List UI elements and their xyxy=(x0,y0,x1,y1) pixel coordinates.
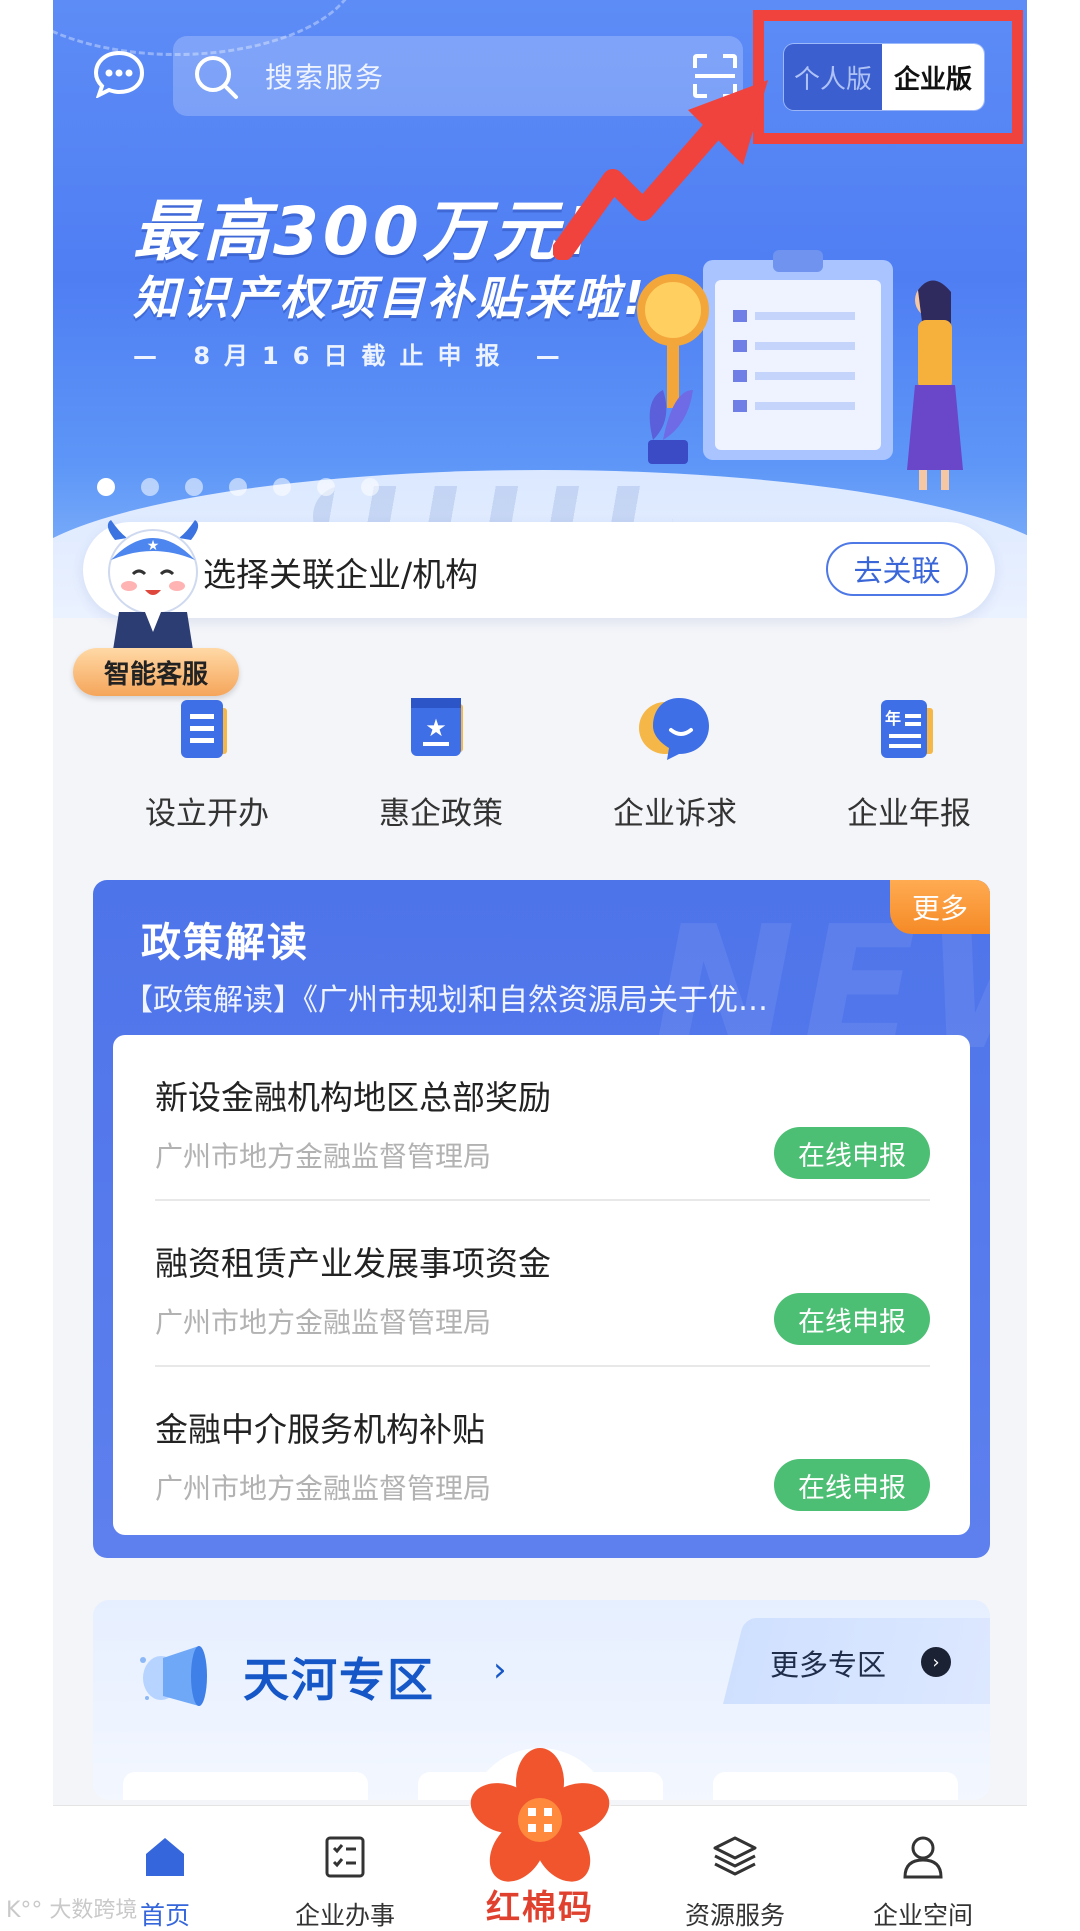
star-folder-icon: ★ xyxy=(411,698,463,756)
chevron-right-icon[interactable]: › xyxy=(921,1647,951,1677)
list-item[interactable]: 新设金融机构地区总部奖励 广州市地方金融监督管理局 在线申报 xyxy=(155,1035,930,1201)
annotation-arrow-icon xyxy=(553,80,768,260)
policy-item-name: 金融中介服务机构补贴 xyxy=(155,1410,485,1449)
apply-online-button[interactable]: 在线申报 xyxy=(774,1127,930,1179)
carousel-dots[interactable] xyxy=(97,478,379,496)
more-zones-label[interactable]: 更多专区 xyxy=(770,1642,886,1684)
zone-card[interactable] xyxy=(123,1772,368,1800)
user-icon xyxy=(903,1836,943,1879)
app-screen: 最高300万元! 知识产权项目补贴来啦! — 8月16日截止申报 — 搜索服务 … xyxy=(53,0,1027,1931)
checklist-icon xyxy=(325,1836,365,1878)
policy-panel: NEW 更多 政策解读 【政策解读】《广州市规划和自然资源局关于优… 新设金融机… xyxy=(93,880,990,1558)
megaphone-icon xyxy=(140,1646,207,1706)
assistant-mascot-icon[interactable]: ★ xyxy=(93,520,213,660)
service-label: 企业年报 xyxy=(847,796,971,832)
banner-deadline: — 8月16日截止申报 — xyxy=(133,342,574,370)
service-annual-report[interactable]: 年 企业年报 xyxy=(809,690,1009,833)
carousel-dot[interactable] xyxy=(185,478,203,496)
list-item[interactable]: 融资租赁产业发展事项资金 广州市地方金融监督管理局 在线申报 xyxy=(155,1201,930,1367)
chat-bubble-icon xyxy=(639,698,709,760)
carousel-dot[interactable] xyxy=(317,478,335,496)
link-enterprise-label: 选择关联企业/机构 xyxy=(203,555,479,594)
service-grid: 设立开办 ★ 惠企政策 企业诉求 年 企业年报 xyxy=(53,690,1027,840)
policy-title: 政策解读 xyxy=(141,920,309,966)
carousel-dot[interactable] xyxy=(229,478,247,496)
policy-item-name: 新设金融机构地区总部奖励 xyxy=(155,1078,551,1117)
policy-item-org: 广州市地方金融监督管理局 xyxy=(155,1472,492,1505)
zone-title[interactable]: 天河专区 xyxy=(243,1644,435,1710)
banner-subheadline: 知识产权项目补贴来啦! xyxy=(133,271,647,325)
service-appeal[interactable]: 企业诉求 xyxy=(575,690,775,833)
annual-report-icon: 年 xyxy=(881,700,933,758)
nav-label: 企业空间 xyxy=(872,1901,973,1930)
service-label: 设立开办 xyxy=(145,796,269,832)
svg-text:★: ★ xyxy=(425,714,447,742)
clipboard-illustration-icon xyxy=(637,250,963,490)
link-enterprise-card[interactable]: 选择关联企业/机构 去关联 xyxy=(83,522,995,618)
annotation-highlight-box xyxy=(753,10,1023,144)
nav-space[interactable]: 企业空间 xyxy=(853,1834,993,1931)
smart-service-badge[interactable]: 智能客服 xyxy=(73,648,239,696)
nav-affairs[interactable]: 企业办事 xyxy=(275,1834,415,1931)
policy-headline-link[interactable]: 【政策解读】《广州市规划和自然资源局关于优… xyxy=(123,975,943,1019)
zone-card[interactable] xyxy=(713,1772,958,1800)
carousel-dot[interactable] xyxy=(141,478,159,496)
service-label: 惠企政策 xyxy=(379,796,503,832)
svg-text:年: 年 xyxy=(885,709,901,728)
carousel-dot[interactable] xyxy=(97,478,115,496)
search-icon xyxy=(195,56,238,99)
svg-text:★: ★ xyxy=(147,538,160,554)
nav-label: 资源服务 xyxy=(684,1901,785,1930)
nav-label: 企业办事 xyxy=(294,1901,395,1930)
chevron-right-icon[interactable]: › xyxy=(493,1650,507,1690)
list-item[interactable]: 金融中介服务机构补贴 广州市地方金融监督管理局 在线申报 xyxy=(155,1367,930,1533)
policy-item-name: 融资租赁产业发展事项资金 xyxy=(155,1244,551,1283)
policy-item-org: 广州市地方金融监督管理局 xyxy=(155,1306,492,1339)
policy-more-button[interactable]: 更多 xyxy=(890,880,990,934)
service-policy[interactable]: ★ 惠企政策 xyxy=(341,690,541,833)
message-icon[interactable] xyxy=(93,50,145,98)
kapok-flower-icon[interactable] xyxy=(468,1742,613,1902)
search-placeholder: 搜索服务 xyxy=(265,61,386,94)
document-icon xyxy=(181,700,227,758)
service-label: 企业诉求 xyxy=(613,796,737,832)
layers-icon xyxy=(713,1836,757,1876)
watermark: K°° 大数跨境 xyxy=(6,1898,138,1923)
nav-center-label[interactable]: 红棉码 xyxy=(453,1880,627,1929)
policy-list: 新设金融机构地区总部奖励 广州市地方金融监督管理局 在线申报 融资租赁产业发展事… xyxy=(113,1035,970,1535)
apply-online-button[interactable]: 在线申报 xyxy=(774,1293,930,1345)
nav-resources[interactable]: 资源服务 xyxy=(665,1834,805,1931)
policy-item-org: 广州市地方金融监督管理局 xyxy=(155,1140,492,1173)
home-icon xyxy=(146,1838,184,1876)
link-enterprise-button[interactable]: 去关联 xyxy=(826,542,968,596)
apply-online-button[interactable]: 在线申报 xyxy=(774,1459,930,1511)
carousel-dot[interactable] xyxy=(273,478,291,496)
carousel-dot[interactable] xyxy=(361,478,379,496)
banner-headline: 最高300万元! xyxy=(133,193,597,270)
service-setup[interactable]: 设立开办 xyxy=(107,690,307,833)
